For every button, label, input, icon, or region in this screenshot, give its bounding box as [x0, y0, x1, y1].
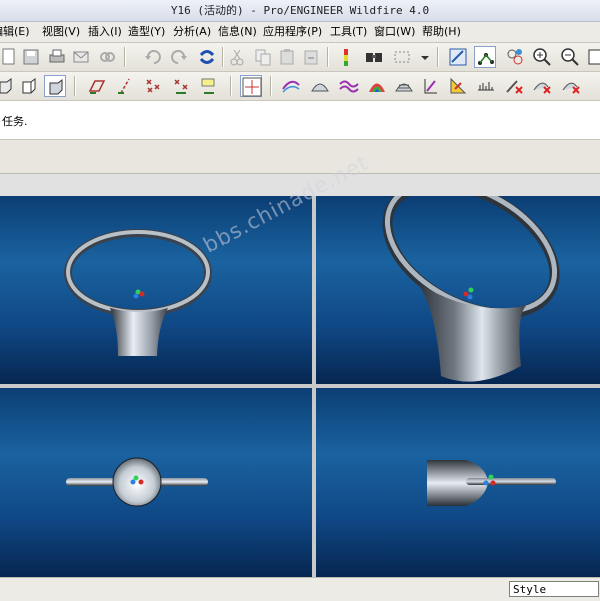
- copy-icon[interactable]: [252, 46, 274, 68]
- network-icon[interactable]: [504, 46, 526, 68]
- toolbar-separator: [270, 76, 272, 96]
- message-text: 任务.: [2, 115, 28, 128]
- style-filter-select[interactable]: Style: [509, 581, 599, 597]
- single-view-icon[interactable]: [240, 75, 262, 97]
- menu-edit[interactable]: 编辑(E): [0, 25, 30, 39]
- menu-insert[interactable]: 插入(I): [88, 25, 122, 39]
- dashboard-area: [0, 140, 600, 174]
- menu-tools[interactable]: 工具(T): [330, 25, 367, 39]
- menu-help[interactable]: 帮助(H): [422, 25, 461, 39]
- paste-special-icon[interactable]: [300, 46, 322, 68]
- redo-icon[interactable]: [168, 46, 190, 68]
- draft-icon[interactable]: [420, 75, 442, 97]
- datum-point-icon[interactable]: [142, 75, 164, 97]
- delete-analysis-icon[interactable]: [503, 75, 525, 97]
- spline-icon[interactable]: [474, 46, 496, 68]
- search-icon[interactable]: [363, 46, 385, 68]
- viewport-right[interactable]: [316, 388, 600, 577]
- curve-analysis-icon[interactable]: [280, 75, 302, 97]
- menu-info[interactable]: 信息(N): [218, 25, 257, 39]
- select-box-icon[interactable]: [391, 46, 413, 68]
- curvature-icon[interactable]: [338, 75, 360, 97]
- viewport-top[interactable]: [0, 388, 312, 577]
- menu-analysis[interactable]: 分析(A): [173, 25, 211, 39]
- hide-analysis-icon[interactable]: [531, 75, 553, 97]
- section-icon[interactable]: [447, 75, 469, 97]
- window-title: Y16 (活动的) - Pro/ENGINEER Wildfire 4.0: [170, 4, 430, 17]
- datum-axis-icon[interactable]: [114, 75, 136, 97]
- zoom-out-icon[interactable]: [559, 46, 581, 68]
- toolbar-separator: [124, 47, 126, 67]
- filter-dropdown-icon[interactable]: [414, 46, 429, 68]
- new-icon[interactable]: [0, 46, 20, 68]
- toolbar-separator: [222, 47, 224, 67]
- menu-bar: 编辑(E) 视图(V) 插入(I) 造型(Y) 分析(A) 信息(N) 应用程序…: [0, 22, 600, 43]
- datum-plane-icon[interactable]: [86, 75, 108, 97]
- coordinate-system-icon[interactable]: [170, 75, 192, 97]
- menu-shape[interactable]: 造型(Y): [128, 25, 165, 39]
- regenerate-icon[interactable]: [196, 46, 218, 68]
- toolbar-separator: [230, 76, 232, 96]
- print-icon[interactable]: [46, 46, 68, 68]
- toolbar-separator: [74, 76, 76, 96]
- hide-surface-icon[interactable]: [560, 75, 582, 97]
- model-tree-icon[interactable]: [335, 46, 357, 68]
- offset-icon[interactable]: [475, 75, 497, 97]
- status-bar: Style: [0, 577, 600, 601]
- refit-icon[interactable]: [584, 46, 600, 68]
- annotation-icon[interactable]: [198, 75, 220, 97]
- shading-active-icon[interactable]: [44, 75, 66, 97]
- message-area: 任务.: [0, 101, 600, 140]
- menu-applications[interactable]: 应用程序(P): [263, 25, 322, 39]
- toolbar-separator: [327, 47, 329, 67]
- email-icon[interactable]: [70, 46, 92, 68]
- viewport-divider-vertical: [312, 196, 316, 577]
- window-title-bar: Y16 (活动的) - Pro/ENGINEER Wildfire 4.0: [0, 0, 600, 22]
- reflection-icon[interactable]: [366, 75, 388, 97]
- sketch-view-icon[interactable]: [447, 46, 469, 68]
- main-toolbar: [0, 43, 600, 72]
- toolbar-separator: [437, 47, 439, 67]
- surface-analysis-icon[interactable]: [309, 75, 331, 97]
- save-icon[interactable]: [20, 46, 42, 68]
- view-toolbar: [0, 72, 600, 101]
- shaded-icon[interactable]: [0, 75, 16, 97]
- undo-icon[interactable]: [142, 46, 164, 68]
- graphics-area[interactable]: [0, 174, 600, 577]
- menu-window[interactable]: 窗口(W): [374, 25, 415, 39]
- cut-icon[interactable]: [226, 46, 248, 68]
- hidden-line-icon[interactable]: [18, 75, 40, 97]
- paste-icon[interactable]: [276, 46, 298, 68]
- slope-icon[interactable]: [393, 75, 415, 97]
- link-icon[interactable]: [96, 46, 118, 68]
- menu-view[interactable]: 视图(V): [42, 25, 80, 39]
- zoom-in-icon[interactable]: [531, 46, 553, 68]
- viewport-isometric[interactable]: [316, 196, 600, 384]
